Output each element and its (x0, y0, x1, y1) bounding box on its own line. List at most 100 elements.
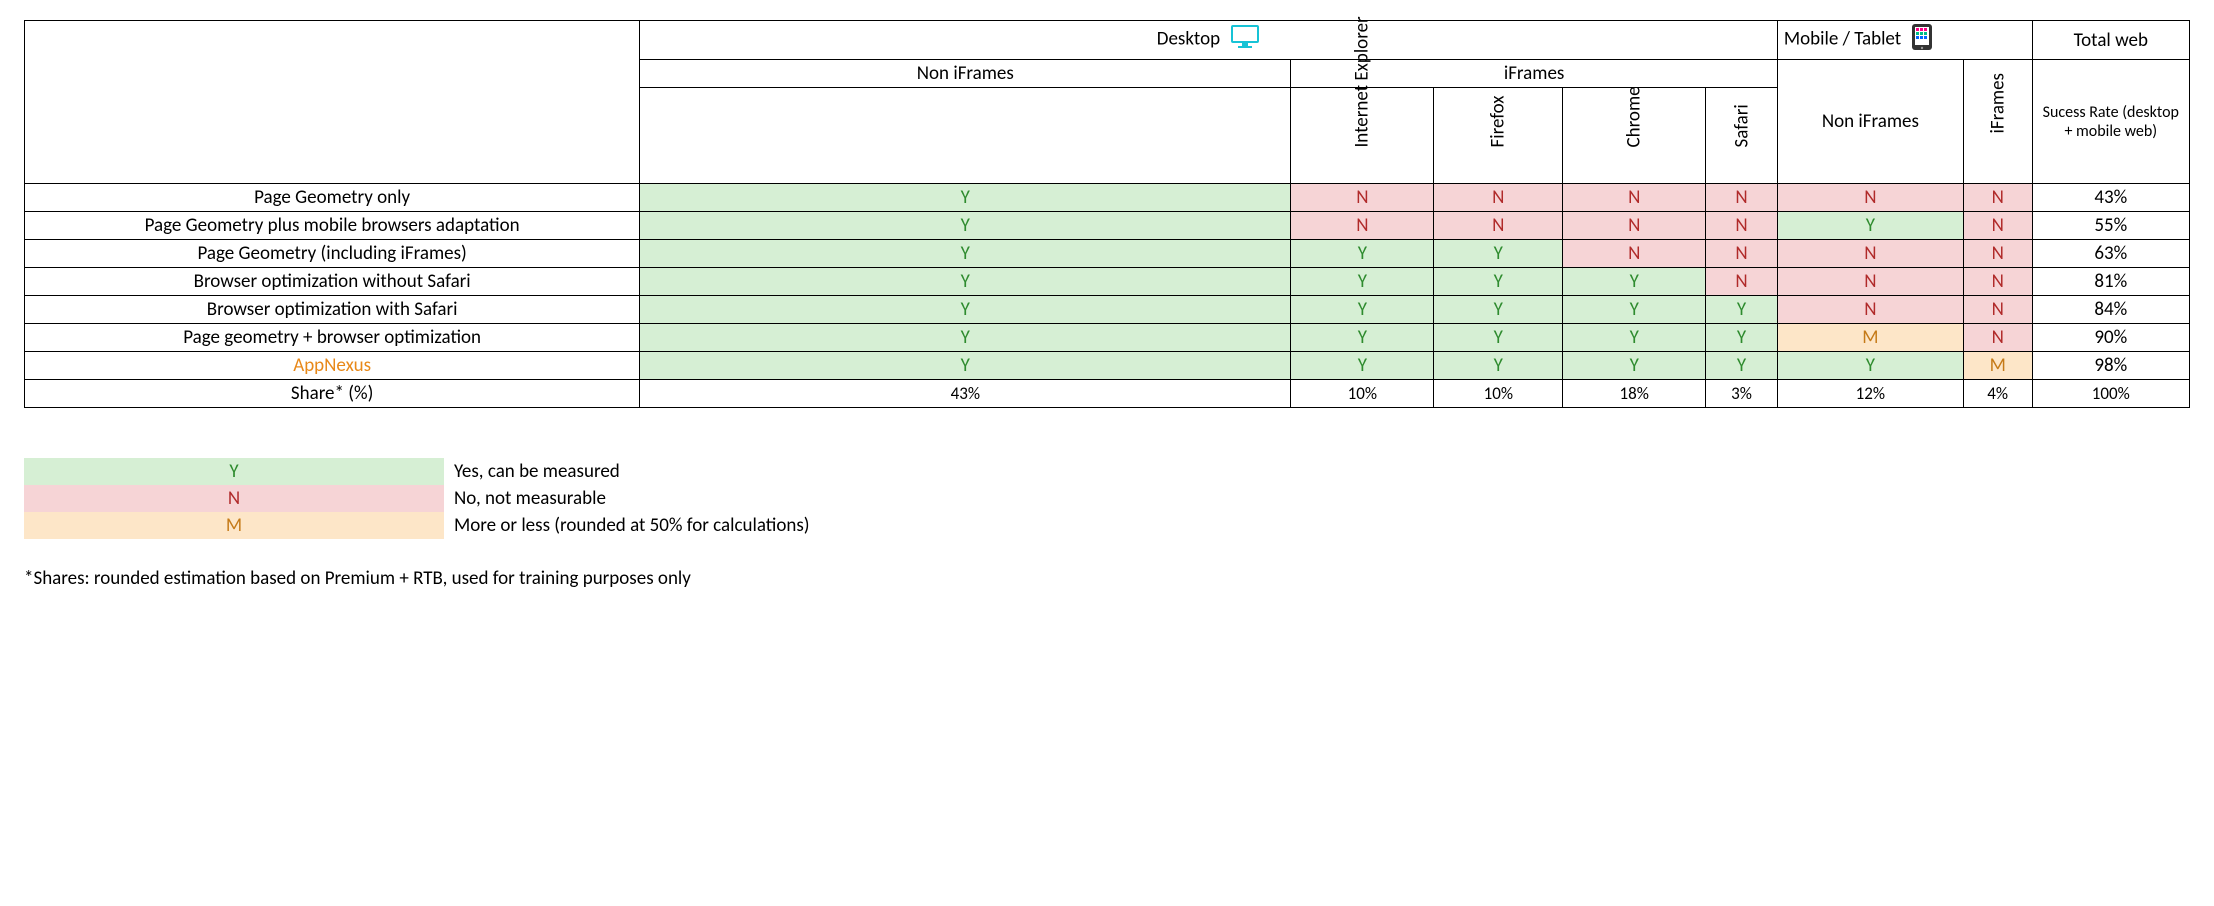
cell: Y (1563, 296, 1706, 324)
header-browser-ff: Firefox (1434, 88, 1563, 184)
table-row-appnexus: AppNexus Y Y Y Y Y Y M 98% (25, 352, 2190, 380)
row-label: Page geometry + browser optimization (25, 324, 640, 352)
empty-corner (25, 21, 640, 184)
share-cell: 10% (1291, 380, 1434, 408)
cell: N (1963, 240, 2032, 268)
header-desktop-noniframes: Non iFrames (640, 60, 1291, 88)
cell: Y (1563, 268, 1706, 296)
cell: N (1963, 268, 2032, 296)
table-row: Page Geometry plus mobile browsers adapt… (25, 212, 2190, 240)
cell: N (1777, 268, 1963, 296)
share-total: 100% (2032, 380, 2189, 408)
cell: Y (1291, 296, 1434, 324)
cell: N (1291, 212, 1434, 240)
share-cell: 18% (1563, 380, 1706, 408)
share-label: Share* (%) (25, 380, 640, 408)
cell: N (1777, 296, 1963, 324)
table-row: Page Geometry (including iFrames) Y Y Y … (25, 240, 2190, 268)
desktop-icon (1230, 24, 1260, 56)
cell: Y (1706, 296, 1778, 324)
rate: 81% (2032, 268, 2189, 296)
cell: Y (1434, 268, 1563, 296)
cell: Y (1563, 324, 1706, 352)
cell: Y (640, 296, 1291, 324)
cell: Y (640, 212, 1291, 240)
legend-row-yes: Y Yes, can be measured (24, 458, 820, 485)
cell: Y (1706, 324, 1778, 352)
legend-text-yes: Yes, can be measured (444, 458, 820, 485)
cell: N (1777, 184, 1963, 212)
cell: N (1706, 268, 1778, 296)
rate: 98% (2032, 352, 2189, 380)
table-row: Page geometry + browser optimization Y Y… (25, 324, 2190, 352)
row-label: Page Geometry only (25, 184, 640, 212)
header-browser-ie: Internet Explorer (1291, 88, 1434, 184)
cell: N (1777, 240, 1963, 268)
viewability-matrix-table: Desktop Mobile / Tablet Total web Non iF… (24, 20, 2190, 408)
cell: Y (1291, 240, 1434, 268)
header-desktop-label: Desktop (1157, 28, 1220, 51)
legend-text-no: No, not measurable (444, 485, 820, 512)
cell: N (1706, 240, 1778, 268)
rate: 84% (2032, 296, 2189, 324)
cell: N (1563, 212, 1706, 240)
share-cell: 43% (640, 380, 1291, 408)
cell: N (1563, 184, 1706, 212)
share-cell: 12% (1777, 380, 1963, 408)
cell: Y (1563, 352, 1706, 380)
cell: Y (640, 324, 1291, 352)
row-label: Browser optimization without Safari (25, 268, 640, 296)
cell: N (1563, 240, 1706, 268)
header-desktop: Desktop (640, 21, 1778, 60)
legend-swatch-yes: Y (24, 458, 444, 485)
cell: Y (1291, 324, 1434, 352)
rate: 63% (2032, 240, 2189, 268)
legend-swatch-no: N (24, 485, 444, 512)
cell: Y (640, 352, 1291, 380)
row-label: Page Geometry plus mobile browsers adapt… (25, 212, 640, 240)
cell: N (1706, 184, 1778, 212)
header-mobile-noniframes: Non iFrames (1777, 60, 1963, 184)
cell: Y (1777, 352, 1963, 380)
cell: N (1963, 296, 2032, 324)
cell: N (1291, 184, 1434, 212)
cell: Y (1434, 324, 1563, 352)
cell: N (1963, 212, 2032, 240)
table-row: Browser optimization with Safari Y Y Y Y… (25, 296, 2190, 324)
header-browser-ch: Chrome (1563, 88, 1706, 184)
table-row: Browser optimization without Safari Y Y … (25, 268, 2190, 296)
rate: 43% (2032, 184, 2189, 212)
share-cell: 3% (1706, 380, 1778, 408)
cell: Y (1777, 212, 1963, 240)
header-mobile-label: Mobile / Tablet (1784, 28, 1901, 51)
cell: N (1434, 212, 1563, 240)
cell: Y (1291, 268, 1434, 296)
cell: Y (1434, 240, 1563, 268)
legend-row-no: N No, not measurable (24, 485, 820, 512)
cell: Y (1434, 352, 1563, 380)
footnote: *Shares: rounded estimation based on Pre… (24, 567, 2190, 590)
header-browser-sf: Safari (1706, 88, 1778, 184)
cell: Y (1291, 352, 1434, 380)
cell: M (1963, 352, 2032, 380)
cell: Y (640, 240, 1291, 268)
share-cell: 10% (1434, 380, 1563, 408)
cell: N (1963, 324, 2032, 352)
header-mobile: Mobile / Tablet (1777, 21, 2032, 60)
header-total-web: Total web (2032, 21, 2189, 60)
share-cell: 4% (1963, 380, 2032, 408)
legend: Y Yes, can be measured N No, not measura… (24, 458, 2190, 539)
rate: 90% (2032, 324, 2189, 352)
cell: M (1777, 324, 1963, 352)
legend-text-more: More or less (rounded at 50% for calcula… (444, 512, 820, 539)
cell: N (1434, 184, 1563, 212)
rate: 55% (2032, 212, 2189, 240)
row-label: AppNexus (25, 352, 640, 380)
cell: N (1963, 184, 2032, 212)
header-mobile-iframes: iFrames (1963, 60, 2032, 184)
row-label: Browser optimization with Safari (25, 296, 640, 324)
header-success-rate: Sucess Rate (desktop + mobile web) (2032, 60, 2189, 184)
cell: N (1706, 212, 1778, 240)
table-row: Page Geometry only Y N N N N N N 43% (25, 184, 2190, 212)
tablet-icon (1911, 23, 1933, 57)
